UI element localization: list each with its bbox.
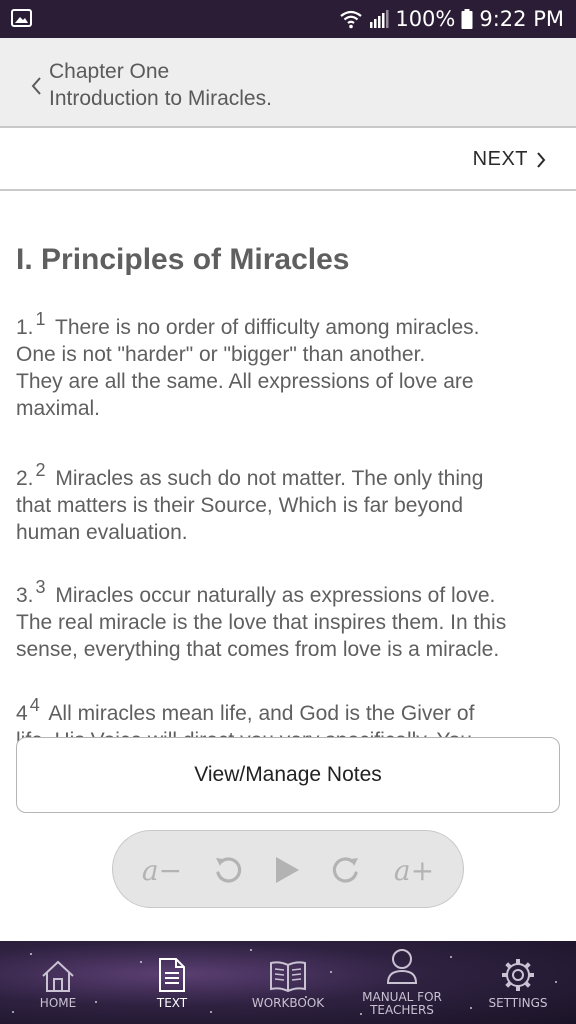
chevron-right-icon [537,151,546,168]
chapter-subtitle: Introduction to Miracles. [49,87,272,110]
battery-percent: 100% [395,7,456,31]
chapter-title: Chapter One [49,60,170,83]
paragraph-3: 3. 3 Miracles occur naturally as expressi… [16,578,556,663]
home-icon [42,960,74,992]
image-icon [11,9,32,27]
paragraph-line: There is no order of difficulty among mi… [55,316,480,339]
battery-icon [461,9,473,29]
person-icon [386,949,418,984]
paragraph-line: maximal. [16,397,101,420]
paragraph-line: The real miracle is the love that inspir… [16,611,507,634]
bottom-navigation: HOME TEXT WORKBOOK MANUAL FOR TEACHERS S… [0,941,576,1024]
book-icon [270,961,306,993]
paragraph-line: sense, everything that comes from love i… [16,638,500,661]
back-chevron-icon[interactable] [30,74,46,98]
status-bar: 100% 9:22 PM [0,0,576,38]
nav-home[interactable]: HOME [22,941,94,1024]
nav-text[interactable]: TEXT [136,941,208,1024]
reading-content[interactable]: I. Principles of Miracles 1. 1 There is n… [16,191,556,746]
paragraph-1: 1. 1 There is no order of difficulty amon… [16,310,556,422]
verse-number: 3 [35,577,46,597]
nav-label: TEXT [156,996,188,1010]
paragraph-line: Miracles as such do not matter. The only… [55,467,484,490]
paragraph-2: 2. 2 Miracles as such do not matter. The … [16,461,556,546]
play-icon[interactable] [265,831,309,909]
next-button[interactable]: NEXT [473,128,546,191]
gear-icon [502,959,534,991]
paragraph-line: that matters is their Source, Which is f… [16,494,464,517]
player-controls: a− a+ [112,830,464,908]
nav-label: SETTINGS [488,996,548,1010]
next-label: NEXT [472,148,528,170]
nav-label-line2: TEACHERS [370,1003,434,1017]
rewind-icon[interactable] [207,831,249,909]
verse-number: 2 [35,460,46,480]
clock: 9:22 PM [479,7,564,31]
forward-icon[interactable] [325,831,367,909]
nav-manual-for-teachers[interactable]: MANUAL FOR TEACHERS [352,941,452,1024]
nav-label: WORKBOOK [251,996,325,1010]
view-manage-notes-button[interactable]: View/Manage Notes [16,737,560,813]
signal-icon [370,10,389,28]
verse-number: 4 [29,695,40,715]
paragraph-number: 1. [16,316,34,339]
font-increase-button[interactable]: a+ [383,831,445,909]
paragraph-number: 4 [16,702,28,725]
section-title: I. Principles of Miracles [16,243,350,276]
font-decrease-button[interactable]: a− [131,831,193,909]
nav-settings[interactable]: SETTINGS [482,941,554,1024]
paragraph-line: All miracles mean life, and God is the G… [48,702,475,725]
nav-workbook[interactable]: WORKBOOK [244,941,332,1024]
wifi-icon [340,10,363,29]
text-document-icon [159,958,185,992]
paragraph-line: Miracles occur naturally as expressions … [55,584,496,607]
verse-number: 1 [35,309,46,329]
next-bar: NEXT [0,128,576,191]
paragraph-line: They are all the same. All expressions o… [16,370,474,393]
nav-label: HOME [39,996,77,1010]
paragraph-line: One is not "harder" or "bigger" than ano… [16,343,426,366]
paragraph-number: 2. [16,467,34,490]
paragraph-line: human evaluation. [16,521,188,544]
paragraph-number: 3. [16,584,34,607]
chapter-header[interactable]: Chapter One Introduction to Miracles. [0,38,576,128]
